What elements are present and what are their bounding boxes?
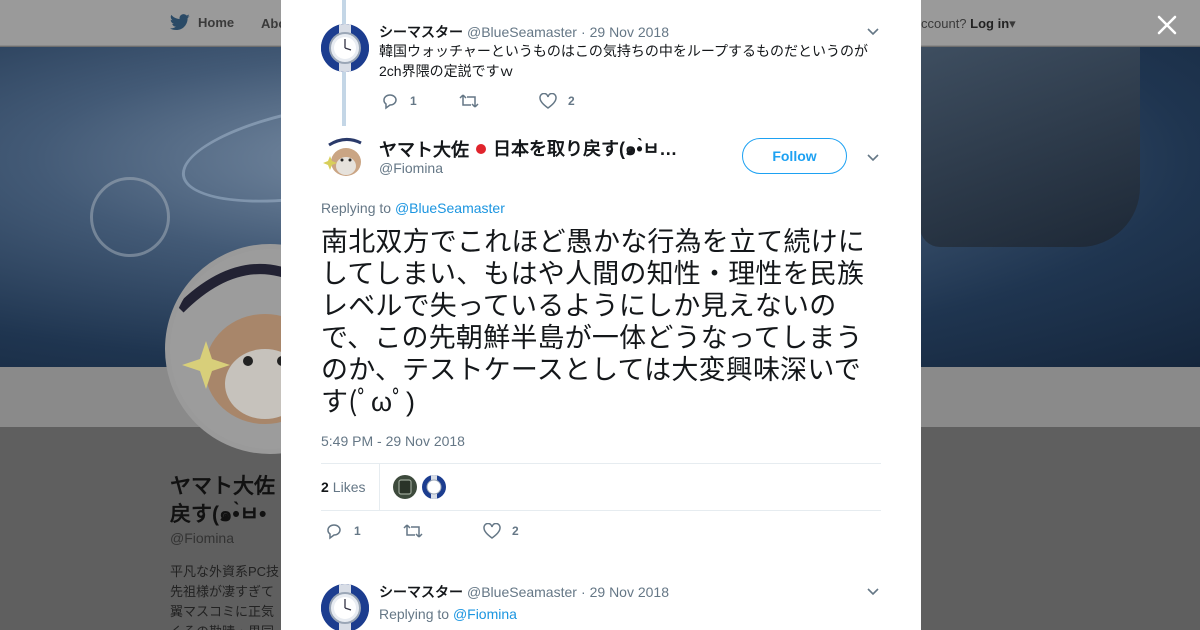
likes-stat[interactable]: 2 Likes	[321, 463, 381, 511]
reply-tweet-handle[interactable]: @BlueSeamaster	[467, 24, 577, 40]
reply-button[interactable]: 1	[381, 92, 459, 110]
reply-tweet-name[interactable]: シーマスター	[379, 22, 463, 42]
replying-to-link[interactable]: @BlueSeamaster	[395, 200, 505, 216]
bio-line: 平凡な外資系PC技	[170, 564, 280, 579]
main-tweet-timestamp[interactable]: 5:49 PM - 29 Nov 2018	[321, 433, 465, 449]
nav-home-label: Home	[198, 15, 235, 30]
next-replying-to-line: Replying to @Fiomina	[379, 606, 517, 622]
profile-name-line1: ヤマト大佐	[170, 475, 275, 498]
liker-avatar[interactable]	[422, 475, 447, 499]
liker-avatar[interactable]	[393, 475, 418, 499]
like-button[interactable]: 2	[483, 523, 519, 539]
main-name-rest: 日本を取り戻す(๑•̀ㅂ…	[493, 139, 678, 159]
separator-dot: ·	[580, 584, 586, 600]
reply-button[interactable]: 1	[325, 522, 403, 540]
reply-icon	[327, 524, 341, 540]
seamaster-avatar[interactable]	[321, 24, 369, 72]
replying-prefix: Replying to	[321, 200, 392, 216]
reply-tweet-text: 韓国ウォッチャーというものはこの気持ちの中をループするものだというのが2ch界隈…	[379, 43, 869, 79]
caret-down-icon: ▾	[1009, 16, 1016, 31]
like-count: 2	[512, 524, 519, 538]
japan-flag-icon	[476, 143, 486, 154]
profile-name-line2: 戻す(๑•̀ㅂ•	[170, 503, 267, 526]
reply-count: 1	[354, 524, 361, 538]
reply-tweet-actions: 1 2	[381, 92, 575, 110]
profile-handle: @Fiomina	[170, 530, 235, 546]
retweet-button[interactable]	[459, 92, 539, 110]
chevron-down-icon[interactable]	[865, 23, 881, 39]
profile-bio: 平凡な外資系PC技 先祖様が凄すぎて 翼マスコミに正気 くその勘晴・果同	[170, 562, 280, 630]
reply-count: 1	[410, 94, 417, 108]
nav-account-area: ccount? Log in▾	[921, 16, 1016, 32]
tweet-stats-bar: 2 Likes	[321, 463, 881, 511]
chevron-down-icon[interactable]	[865, 583, 881, 599]
retweet-icon	[403, 524, 423, 538]
tweet-permalink-modal: シーマスター @BlueSeamaster · 29 Nov 2018 韓国ウォ…	[281, 0, 921, 630]
main-tweet-handle[interactable]: @Fiomina	[379, 160, 443, 176]
main-name-first: ヤマト大佐	[379, 139, 469, 160]
nav-account-text: ccount?	[921, 16, 967, 31]
nav-login-link[interactable]: Log in	[970, 16, 1009, 31]
reply-icon	[383, 94, 397, 110]
replying-to-link[interactable]: @Fiomina	[453, 606, 517, 622]
bio-line: 翼マスコミに正気	[170, 604, 275, 619]
next-tweet-name[interactable]: シーマスター	[379, 582, 463, 602]
separator-dot: ·	[580, 24, 586, 40]
next-tweet-time[interactable]: 29 Nov 2018	[590, 584, 669, 600]
bio-line: くその勘晴・果同	[170, 622, 280, 630]
replying-to-line: Replying to @BlueSeamaster	[321, 200, 505, 216]
likes-stat-count: 2	[321, 479, 329, 495]
seamaster-avatar[interactable]	[321, 584, 369, 630]
twitter-bird-icon	[170, 14, 190, 30]
reply-tweet-time[interactable]: 29 Nov 2018	[590, 24, 669, 40]
heart-icon	[539, 93, 557, 109]
follow-button[interactable]: Follow	[742, 138, 847, 174]
profile-name: ヤマト大佐 戻す(๑•̀ㅂ•	[170, 473, 275, 529]
main-tweet-name[interactable]: ヤマト大佐 日本を取り戻す(๑•̀ㅂ…	[379, 134, 677, 163]
heart-icon	[483, 523, 501, 539]
liker-avatars	[393, 475, 447, 499]
main-tweet-actions: 1 2	[325, 522, 519, 540]
chevron-down-icon[interactable]	[865, 149, 881, 165]
bio-line: 先祖様が凄すぎて	[170, 584, 275, 599]
close-icon[interactable]	[1155, 13, 1179, 37]
likes-stat-label: Likes	[332, 479, 366, 495]
next-tweet-handle[interactable]: @BlueSeamaster	[467, 584, 577, 600]
retweet-icon	[459, 94, 479, 108]
reply-tweet-header: シーマスター @BlueSeamaster · 29 Nov 2018	[379, 22, 669, 42]
retweet-button[interactable]	[403, 522, 483, 540]
main-tweet-text: 南北双方でこれほど愚かな行為を立て続けにしてしまい、もはや人間の知性・理性を民族…	[321, 227, 865, 417]
next-tweet-header: シーマスター @BlueSeamaster · 29 Nov 2018	[379, 582, 669, 602]
like-count: 2	[568, 94, 575, 108]
nav-home-link[interactable]: Home	[170, 14, 234, 31]
like-button[interactable]: 2	[539, 93, 575, 109]
replying-prefix: Replying to	[379, 606, 450, 622]
fiomina-avatar[interactable]	[321, 133, 369, 181]
